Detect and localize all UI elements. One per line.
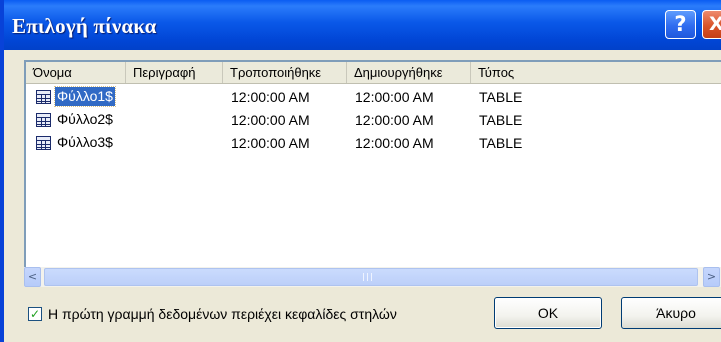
row-name: Φύλλο1$ xyxy=(54,86,116,107)
list-header: Όνομα Περιγραφή Τροποποιήθηκε Δημιουργήθ… xyxy=(26,62,721,84)
table-row[interactable]: Φύλλο3$ 12:00:00 AM 12:00:00 AM TABLE xyxy=(26,132,721,155)
column-header-type[interactable]: Τύπος xyxy=(471,62,721,83)
first-row-headers-checkbox[interactable]: ✓ xyxy=(28,307,42,321)
column-header-created[interactable]: Δημιουργήθηκε xyxy=(347,62,471,83)
title-bar: Επιλογή πίνακα ? X xyxy=(4,0,721,50)
table-icon xyxy=(36,89,51,104)
row-type: TABLE xyxy=(479,89,523,105)
ok-button[interactable]: OK xyxy=(494,297,602,329)
first-row-headers-label[interactable]: Η πρώτη γραμμή δεδομένων περιέχει κεφαλί… xyxy=(48,306,397,322)
scrollbar-thumb[interactable] xyxy=(44,268,698,286)
row-type: TABLE xyxy=(479,112,523,128)
first-row-headers-option[interactable]: ✓ Η πρώτη γραμμή δεδομένων περιέχει κεφα… xyxy=(28,306,397,322)
select-table-dialog: Επιλογή πίνακα ? X Όνομα Περιγραφή Τροπο… xyxy=(0,0,721,342)
dialog-title: Επιλογή πίνακα xyxy=(12,14,157,38)
row-name: Φύλλο3$ xyxy=(57,134,113,150)
row-name: Φύλλο2$ xyxy=(57,111,113,127)
list-rows: Φύλλο1$ 12:00:00 AM 12:00:00 AM TABLE Φύ… xyxy=(26,86,721,155)
row-name-cell: Φύλλο2$ xyxy=(36,110,115,129)
column-header-description[interactable]: Περιγραφή xyxy=(126,62,223,83)
horizontal-scrollbar[interactable]: < > xyxy=(24,267,721,287)
close-button[interactable]: X xyxy=(702,10,721,39)
help-button[interactable]: ? xyxy=(665,10,696,39)
cancel-button[interactable]: Άκυρο xyxy=(621,297,721,329)
table-icon xyxy=(36,112,51,127)
table-icon xyxy=(36,135,51,150)
table-list[interactable]: Όνομα Περιγραφή Τροποποιήθηκε Δημιουργήθ… xyxy=(24,60,721,287)
grip-icon xyxy=(362,273,376,282)
row-created: 12:00:00 AM xyxy=(355,112,434,128)
row-name-cell: Φύλλο3$ xyxy=(36,133,115,152)
column-header-name[interactable]: Όνομα xyxy=(26,62,126,83)
row-modified: 12:00:00 AM xyxy=(231,89,310,105)
row-type: TABLE xyxy=(479,135,523,151)
scroll-right-button[interactable]: > xyxy=(703,267,720,287)
row-created: 12:00:00 AM xyxy=(355,135,434,151)
row-name-cell: Φύλλο1$ xyxy=(36,86,116,107)
row-modified: 12:00:00 AM xyxy=(231,112,310,128)
scroll-left-button[interactable]: < xyxy=(24,267,41,287)
table-row[interactable]: Φύλλο1$ 12:00:00 AM 12:00:00 AM TABLE xyxy=(26,86,721,109)
column-header-modified[interactable]: Τροποποιήθηκε xyxy=(223,62,347,83)
table-row[interactable]: Φύλλο2$ 12:00:00 AM 12:00:00 AM TABLE xyxy=(26,109,721,132)
row-created: 12:00:00 AM xyxy=(355,89,434,105)
row-modified: 12:00:00 AM xyxy=(231,135,310,151)
